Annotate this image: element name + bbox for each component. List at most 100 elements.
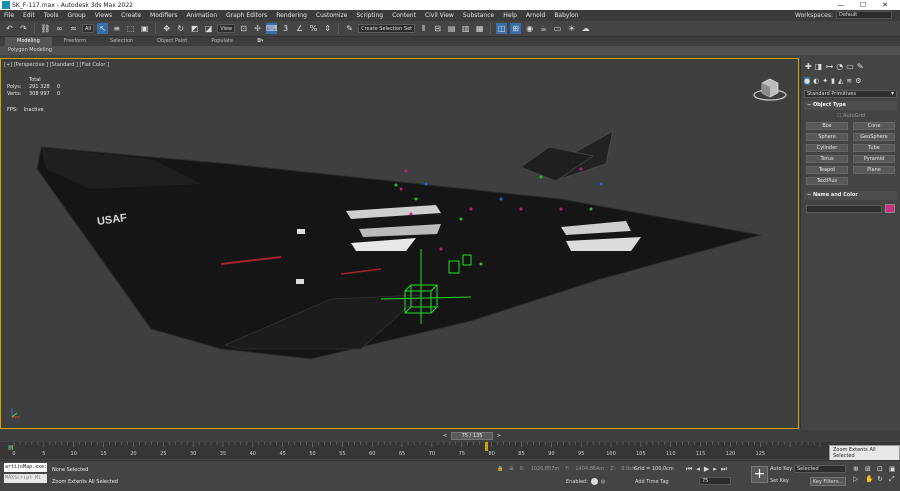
curve-editor-icon[interactable]: ◫ — [496, 23, 508, 34]
pyramid-button[interactable]: Pyramid — [853, 155, 895, 163]
menu-tools[interactable]: Tools — [44, 12, 59, 19]
menu-modifiers[interactable]: Modifiers — [150, 12, 177, 19]
cone-button[interactable]: Cone — [853, 122, 895, 130]
shapes-icon[interactable]: ◐ — [813, 77, 819, 85]
menu-graph-editors[interactable]: Graph Editors — [226, 12, 267, 19]
tab-selection[interactable]: Selection — [98, 37, 145, 46]
track-bar-icon[interactable]: ▤ — [8, 444, 14, 451]
unlink-icon[interactable]: ∞ — [54, 23, 65, 34]
hierarchy-tab-icon[interactable]: ⊶ — [825, 62, 833, 71]
viewport-label[interactable]: [+] [Perspective ] [Standard ] [Flat Col… — [4, 62, 109, 68]
isolate-icon[interactable]: ◎ — [601, 479, 605, 485]
cameras-icon[interactable]: ▮ — [831, 77, 835, 85]
x-coordinate-value[interactable]: 1026.857m — [531, 466, 560, 472]
menu-content[interactable]: Content — [392, 12, 416, 19]
render-production-icon[interactable]: ☀ — [566, 23, 577, 34]
maximize-button[interactable]: ☐ — [852, 0, 874, 10]
align-icon[interactable]: ⊟ — [432, 23, 443, 34]
set-key-button[interactable]: Set Key — [770, 478, 789, 484]
next-frame-icon[interactable]: ▸ — [713, 465, 717, 474]
box-button[interactable]: Box — [806, 122, 848, 130]
zoom-extents-icon[interactable]: ⊡ — [877, 465, 887, 473]
scale-icon[interactable]: ◩ — [189, 23, 200, 34]
modify-tab-icon[interactable]: ◨ — [815, 62, 823, 71]
lights-icon[interactable]: ✦ — [822, 77, 828, 85]
workspace-select[interactable]: Default — [836, 11, 892, 19]
ribbon-panel-polygon-modeling[interactable]: Polygon Modeling — [0, 46, 900, 55]
absolute-mode-icon[interactable]: ⊞ — [509, 466, 513, 472]
pan-icon[interactable]: ✋ — [865, 475, 875, 484]
select-by-name-icon[interactable]: ≡ — [111, 23, 122, 34]
percent-snap-icon[interactable]: % — [308, 23, 319, 34]
previous-frame-arrow-icon[interactable]: < — [443, 433, 447, 440]
zoom-icon[interactable]: ⊕ — [853, 465, 863, 473]
minimize-button[interactable]: — — [830, 0, 852, 10]
systems-icon[interactable]: ⚙ — [855, 77, 861, 85]
named-selection-set-select[interactable]: Create Selection Set — [358, 24, 416, 33]
spacewarps-icon[interactable]: ≋ — [846, 77, 852, 85]
y-coordinate-value[interactable]: 1404.864m — [575, 466, 604, 472]
keyboard-shortcut-override-icon[interactable]: ⌨ — [266, 23, 277, 34]
teapot-button[interactable]: Teapot — [806, 166, 848, 174]
play-icon[interactable]: ▶ — [704, 465, 709, 474]
menu-babylon[interactable]: Babylon — [554, 12, 578, 19]
auto-key-button[interactable]: Auto Key — [770, 466, 792, 472]
redo-icon[interactable]: ↷ — [18, 23, 29, 34]
tab-freeform[interactable]: Freeform — [52, 37, 98, 46]
selection-lock-icon[interactable]: 🔒 — [497, 466, 503, 472]
time-slider[interactable]: < 75 / 135 > — [443, 432, 501, 440]
enabled-toggle[interactable] — [590, 478, 598, 485]
maxscript-input[interactable]: arti(oMap.exe: — [4, 463, 47, 472]
plane-button[interactable]: Plane — [853, 166, 895, 174]
menu-help[interactable]: Help — [503, 12, 517, 19]
create-tab-icon[interactable]: ✚ — [805, 62, 812, 71]
zoom-all-icon[interactable]: ⊞ — [865, 465, 875, 473]
material-editor-icon[interactable]: ◉ — [524, 23, 535, 34]
tab-object-paint[interactable]: Object Paint — [145, 37, 199, 46]
add-time-tag[interactable]: Add Time Tag — [635, 479, 669, 485]
mirror-icon[interactable]: ⫴ — [418, 23, 429, 34]
viewcube-icon[interactable] — [752, 73, 788, 103]
sphere-button[interactable]: Sphere — [806, 133, 848, 141]
edit-named-selection-icon[interactable]: ✎ — [344, 23, 355, 34]
track-bar[interactable]: 0 5 10 15 20 25 30 35 40 45 50 55 60 65 70 75 80 85 90 95 10… — [0, 442, 900, 459]
menu-file[interactable]: File — [4, 12, 14, 19]
toggle-scene-explorer-icon[interactable]: ▤ — [446, 23, 457, 34]
current-frame-field[interactable]: 75 — [699, 477, 731, 485]
name-and-color-header[interactable]: − Name and Color — [804, 191, 897, 200]
schematic-view-icon[interactable]: ⊞ — [510, 23, 522, 34]
pivot-center-icon[interactable]: ⊡ — [238, 23, 249, 34]
geometry-icon[interactable]: ● — [804, 77, 811, 85]
key-filters-button[interactable]: Key Filters... — [810, 477, 846, 486]
tube-button[interactable]: Tube — [853, 144, 895, 152]
window-crossing-icon[interactable]: ▣ — [139, 23, 150, 34]
menu-scripting[interactable]: Scripting — [356, 12, 383, 19]
menu-create[interactable]: Create — [121, 12, 141, 19]
torus-button[interactable]: Torus — [806, 155, 848, 163]
menu-group[interactable]: Group — [67, 12, 85, 19]
menu-customize[interactable]: Customize — [316, 12, 348, 19]
selection-filter-select[interactable]: All — [82, 24, 95, 33]
reference-coordinate-select[interactable]: View — [217, 24, 236, 33]
bind-spacewarp-icon[interactable]: ≈ — [68, 23, 79, 34]
toggle-ribbon-icon[interactable]: ▦ — [474, 23, 485, 34]
select-manipulate-icon[interactable]: ✢ — [252, 23, 263, 34]
move-icon[interactable]: ✥ — [161, 23, 172, 34]
set-key-plus-icon[interactable]: + — [751, 466, 768, 483]
previous-frame-icon[interactable]: ◂ — [696, 465, 700, 474]
menu-views[interactable]: Views — [95, 12, 112, 19]
rotate-icon[interactable]: ↻ — [175, 23, 186, 34]
geosphere-button[interactable]: GeoSphere — [853, 133, 895, 141]
display-tab-icon[interactable]: ▭ — [846, 62, 854, 71]
go-to-end-icon[interactable]: ⏭ — [721, 465, 727, 474]
select-object-icon[interactable]: ↖ — [97, 23, 109, 34]
textplus-button[interactable]: TextPlus — [806, 177, 848, 185]
tab-populate[interactable]: Populate — [199, 37, 245, 46]
render-setup-icon[interactable]: ☕ — [538, 23, 549, 34]
key-mode-select[interactable]: Selected — [794, 465, 846, 473]
utilities-tab-icon[interactable]: ✎ — [857, 62, 864, 71]
perspective-viewport[interactable]: USAF [+] [Perspective ] [Standard ] [Fla… — [0, 58, 799, 429]
menu-animation[interactable]: Animation — [186, 12, 217, 19]
menu-rendering[interactable]: Rendering — [276, 12, 307, 19]
spinner-snap-icon[interactable]: ⇕ — [322, 23, 333, 34]
